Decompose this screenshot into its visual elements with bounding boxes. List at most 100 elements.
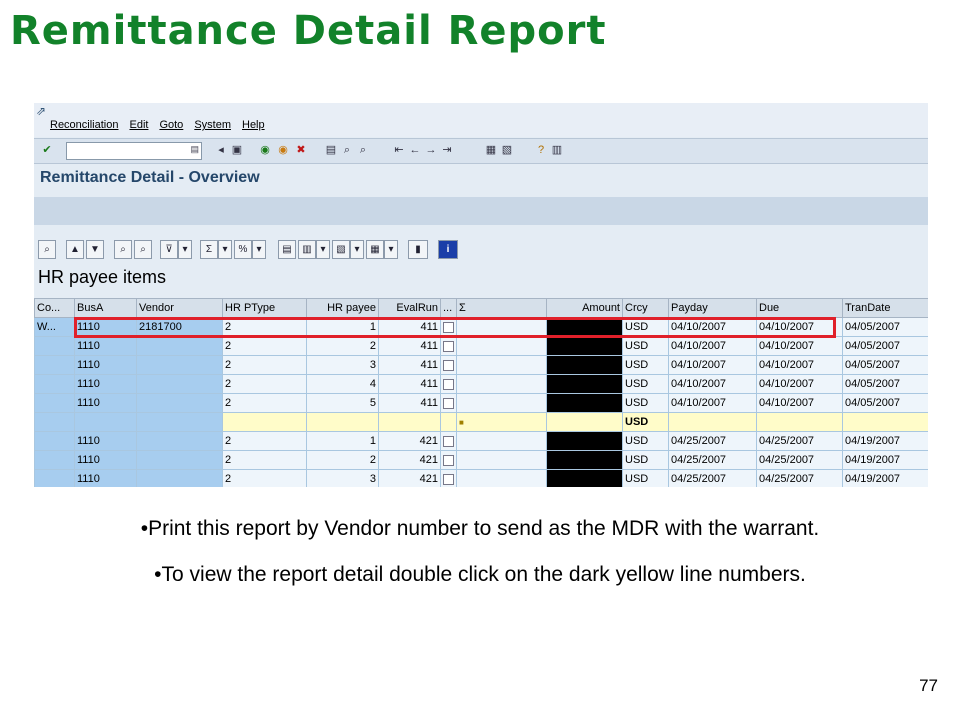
cell-due[interactable]: 04/10/2007 — [756, 355, 843, 375]
cell-hr-ptype[interactable]: 2 — [222, 336, 307, 356]
cell-co[interactable] — [34, 431, 75, 451]
new-session-icon[interactable]: ▦ — [484, 143, 498, 157]
print-preview-icon[interactable]: ▤ — [278, 240, 296, 259]
cell-evalrun[interactable] — [378, 412, 441, 432]
cell-vendor[interactable] — [136, 431, 223, 451]
cell-checkbox[interactable] — [440, 336, 457, 356]
subtotal-icon[interactable]: % — [234, 240, 252, 259]
cell-hr-ptype[interactable] — [222, 412, 307, 432]
help-icon[interactable]: ? — [534, 143, 548, 157]
cell-due[interactable]: 04/25/2007 — [756, 450, 843, 470]
exit-icon[interactable]: ◉ — [276, 143, 290, 157]
cell-crcy[interactable]: USD — [622, 412, 669, 432]
cell-vendor[interactable] — [136, 469, 223, 487]
cell-hr-ptype[interactable]: 2 — [222, 374, 307, 394]
cell-checkbox[interactable] — [440, 355, 457, 375]
cell-sum[interactable] — [456, 374, 547, 394]
export-dropdown-icon[interactable]: ▾ — [350, 240, 364, 259]
details-icon[interactable]: ⌕ — [38, 240, 56, 259]
row-checkbox[interactable] — [443, 435, 454, 447]
cell-sum[interactable] — [456, 336, 547, 356]
cell-amount[interactable] — [546, 393, 623, 413]
cell-hr-payee[interactable]: 1 — [306, 317, 379, 337]
views-dropdown-icon[interactable]: ▾ — [316, 240, 330, 259]
col-hr-payee[interactable]: HR payee — [306, 298, 379, 318]
col-hr-ptype[interactable]: HR PType — [222, 298, 307, 318]
cell-hr-ptype[interactable]: 2 — [222, 355, 307, 375]
last-page-icon[interactable]: ⇥ — [440, 143, 454, 157]
table-row[interactable]: W... 1110 2181700 2 1 411 USD 04/10/2007 04/10/2… — [34, 317, 928, 337]
cell-amount[interactable] — [546, 412, 623, 432]
table-row[interactable]: 1110 2 2 411 USD 04/10/2007 04/10/2007 04/05/20… — [34, 336, 928, 356]
cell-trandate[interactable]: 04/05/2007 — [842, 355, 928, 375]
cell-vendor[interactable] — [136, 336, 223, 356]
cell-amount[interactable] — [546, 355, 623, 375]
command-history-icon[interactable]: ▤ — [190, 144, 199, 155]
table-row[interactable]: 1110 2 1 421 USD 04/25/2007 04/25/2007 04/19/20… — [34, 431, 928, 451]
cell-co[interactable] — [34, 355, 75, 375]
cell-crcy[interactable]: USD — [622, 393, 669, 413]
cell-checkbox[interactable] — [440, 412, 457, 432]
cell-hr-payee[interactable]: 2 — [306, 336, 379, 356]
previous-page-icon[interactable]: ← — [408, 143, 422, 157]
sort-descending-icon[interactable]: ▼ — [86, 240, 104, 259]
col-more[interactable]: ... — [440, 298, 457, 318]
information-icon[interactable]: i — [438, 240, 458, 259]
cell-hr-payee[interactable]: 1 — [306, 431, 379, 451]
subtotal-dropdown-icon[interactable]: ▾ — [252, 240, 266, 259]
cell-crcy[interactable]: USD — [622, 431, 669, 451]
cell-checkbox[interactable] — [440, 317, 457, 337]
cell-hr-ptype[interactable]: 2 — [222, 393, 307, 413]
collapse-icon[interactable]: ◂ — [214, 143, 228, 157]
cell-hr-ptype[interactable]: 2 — [222, 450, 307, 470]
table-row[interactable]: 1110 2 3 411 USD 04/10/2007 04/10/2007 04/05/20… — [34, 355, 928, 375]
layout-dropdown-icon[interactable]: ▾ — [384, 240, 398, 259]
cell-hr-payee[interactable]: 3 — [306, 355, 379, 375]
cell-vendor[interactable] — [136, 450, 223, 470]
menu-goto[interactable]: Goto — [159, 119, 183, 131]
cell-hr-ptype[interactable]: 2 — [222, 317, 307, 337]
find-next-list-icon[interactable]: ⌕ — [134, 240, 152, 259]
cell-checkbox[interactable] — [440, 374, 457, 394]
word-processing-icon[interactable]: ▥ — [298, 240, 316, 259]
cell-co[interactable] — [34, 393, 75, 413]
cell-payday[interactable]: 04/10/2007 — [668, 393, 757, 413]
row-checkbox[interactable] — [443, 378, 454, 390]
sort-ascending-icon[interactable]: ▲ — [66, 240, 84, 259]
col-evalrun[interactable]: EvalRun — [378, 298, 441, 318]
row-checkbox[interactable] — [443, 473, 454, 485]
first-page-icon[interactable]: ⇤ — [392, 143, 406, 157]
cell-due[interactable]: 04/10/2007 — [756, 393, 843, 413]
cell-hr-ptype[interactable]: 2 — [222, 469, 307, 487]
cell-trandate[interactable]: 04/05/2007 — [842, 317, 928, 337]
row-checkbox[interactable] — [443, 359, 454, 371]
app-menu-icon[interactable]: ⇗ — [36, 104, 46, 118]
col-co[interactable]: Co... — [34, 298, 75, 318]
cell-busa[interactable]: 1110 — [74, 336, 137, 356]
layout-menu-icon[interactable]: ▥ — [550, 143, 564, 157]
cell-checkbox[interactable] — [440, 450, 457, 470]
cell-hr-payee[interactable]: 5 — [306, 393, 379, 413]
cell-busa[interactable]: 1110 — [74, 317, 137, 337]
cell-sum[interactable] — [456, 431, 547, 451]
cell-payday[interactable] — [668, 412, 757, 432]
cell-sum[interactable] — [456, 469, 547, 487]
cell-due[interactable] — [756, 412, 843, 432]
cell-payday[interactable]: 04/25/2007 — [668, 450, 757, 470]
row-checkbox[interactable] — [443, 340, 454, 352]
cell-checkbox[interactable] — [440, 431, 457, 451]
cell-payday[interactable]: 04/10/2007 — [668, 374, 757, 394]
col-trandate[interactable]: TranDate — [842, 298, 928, 318]
menu-help[interactable]: Help — [242, 119, 265, 131]
cell-crcy[interactable]: USD — [622, 336, 669, 356]
col-amount[interactable]: Amount — [546, 298, 623, 318]
cell-busa[interactable]: 1110 — [74, 450, 137, 470]
cell-vendor[interactable] — [136, 412, 223, 432]
filter-icon[interactable]: ⊽ — [160, 240, 178, 259]
cell-evalrun[interactable]: 421 — [378, 431, 441, 451]
cell-trandate[interactable]: 04/05/2007 — [842, 374, 928, 394]
cell-busa[interactable]: 1110 — [74, 355, 137, 375]
cell-payday[interactable]: 04/25/2007 — [668, 469, 757, 487]
cell-payday[interactable]: 04/10/2007 — [668, 336, 757, 356]
cell-crcy[interactable]: USD — [622, 355, 669, 375]
